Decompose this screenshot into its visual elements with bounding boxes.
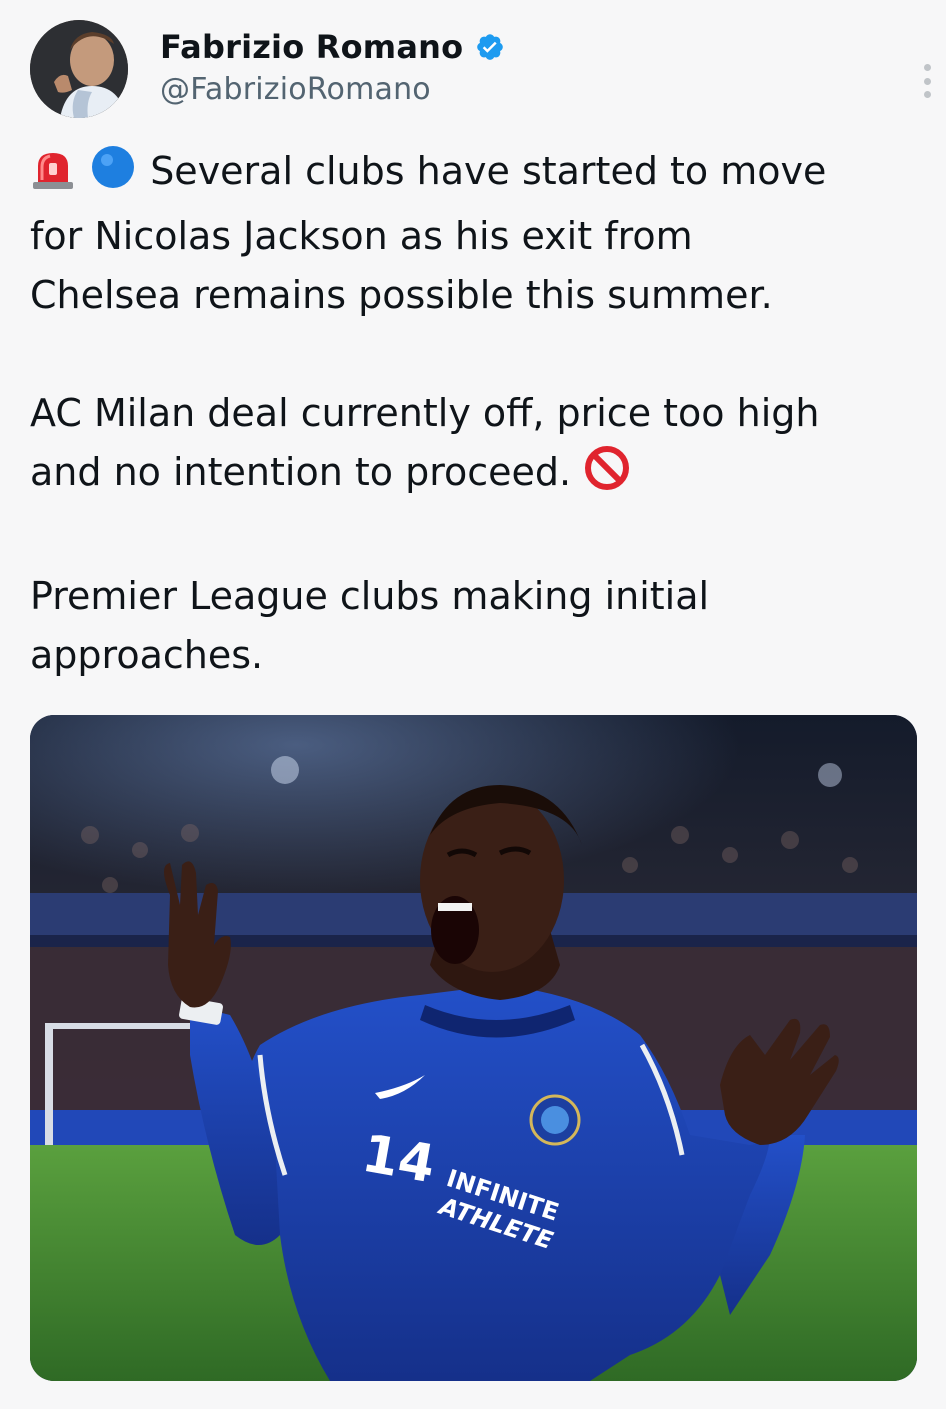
tweet-line-3: Chelsea remains possible this summer. bbox=[30, 273, 773, 317]
dot-icon bbox=[923, 77, 931, 85]
shirt-number: 14 bbox=[358, 1124, 440, 1196]
tweet-line: and no intention to proceed. bbox=[30, 443, 910, 508]
dot-icon bbox=[923, 64, 931, 71]
avatar[interactable] bbox=[30, 20, 128, 118]
display-name[interactable]: Fabrizio Romano bbox=[160, 28, 463, 66]
blue-circle-emoji-icon bbox=[88, 144, 138, 207]
tweet-line-5: and no intention to proceed. bbox=[30, 450, 572, 494]
tweet-line: Several clubs have started to move bbox=[30, 142, 910, 207]
tweet-line-1: Several clubs have started to move bbox=[150, 149, 827, 193]
player-celebration-photo: 14 INFINITE ATHLETE bbox=[30, 715, 917, 1381]
verified-badge-icon bbox=[475, 32, 505, 62]
dot-icon bbox=[923, 91, 931, 98]
author-names: Fabrizio Romano @FabrizioRomano bbox=[160, 24, 505, 107]
tweet-line-6: Premier League clubs making initial bbox=[30, 574, 710, 618]
tweet-line-4: AC Milan deal currently off, price too h… bbox=[30, 391, 820, 435]
author-handle[interactable]: @FabrizioRomano bbox=[160, 72, 505, 107]
prohibited-emoji-icon bbox=[583, 445, 631, 508]
tweet-card: Fabrizio Romano @FabrizioRomano Several … bbox=[0, 0, 946, 1409]
display-name-row: Fabrizio Romano bbox=[160, 24, 505, 70]
more-options-button[interactable] bbox=[915, 64, 939, 98]
tweet-text: Several clubs have started to move for N… bbox=[30, 142, 910, 685]
tweet-line-7: approaches. bbox=[30, 633, 264, 677]
tweet-media[interactable]: 14 INFINITE ATHLETE bbox=[30, 715, 917, 1381]
siren-emoji-icon bbox=[30, 148, 76, 207]
tweet-header: Fabrizio Romano @FabrizioRomano bbox=[30, 20, 931, 120]
avatar-image bbox=[30, 20, 128, 118]
tweet-line-2: for Nicolas Jackson as his exit from bbox=[30, 214, 693, 258]
